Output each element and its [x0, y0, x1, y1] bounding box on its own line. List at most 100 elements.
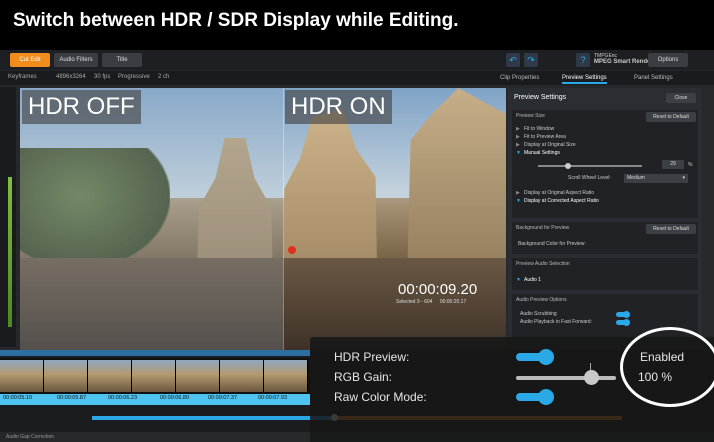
- preview-timecode: 00:00:09.20: [398, 281, 478, 298]
- tab-preview-settings[interactable]: Preview Settings: [562, 73, 607, 84]
- scroll-wheel-select[interactable]: Medium ▾: [624, 174, 688, 183]
- manual-size-input[interactable]: 29: [662, 160, 684, 169]
- timeline-thumbnail: [0, 360, 44, 392]
- tab-clip-properties[interactable]: Clip Properties: [500, 73, 539, 84]
- headline-text: Switch between HDR / SDR Display while E…: [13, 10, 459, 31]
- audio-level-meter: [0, 87, 16, 347]
- hdr-on-label: HDR ON: [285, 90, 392, 124]
- timeline-thumbnail: [264, 360, 308, 392]
- audio-selection-title: Preview Audio Selection: [516, 261, 570, 267]
- reset-background-button[interactable]: Reset to Default: [646, 224, 696, 234]
- hdr-preview-label: HDR Preview:: [334, 350, 410, 364]
- background-color-label: Background Color for Preview:: [518, 241, 586, 247]
- highlight-ring: [620, 327, 714, 407]
- sdr-region-tint: [20, 88, 283, 351]
- chevron-right-icon: ▶: [516, 190, 520, 196]
- manual-size-slider-knob[interactable]: [565, 163, 572, 169]
- scan-text: Progressive: [118, 74, 150, 80]
- meter-bar: [8, 177, 12, 327]
- channels-text: 2 ch: [158, 74, 170, 80]
- audio-selection-section: Preview Audio Selection ▼ Audio 1: [512, 258, 698, 290]
- raw-color-toggle[interactable]: [516, 389, 554, 405]
- redo-icon[interactable]: ↷: [524, 53, 538, 67]
- timeline-thumbnail: [220, 360, 264, 392]
- chevron-right-icon: ▶: [516, 126, 520, 132]
- hdr-preview-toggle[interactable]: [516, 349, 554, 365]
- undo-icon[interactable]: ↶: [506, 53, 520, 67]
- option-original-aspect[interactable]: Display at Original Aspect Ratio: [524, 190, 594, 196]
- chevron-down-icon: ▼: [516, 150, 521, 156]
- rgb-gain-value: 100 %: [638, 370, 673, 384]
- close-button[interactable]: Close: [666, 93, 696, 103]
- selection-info: Selected 9 - 604 00:00:20.17: [396, 299, 466, 305]
- thumbnail-strip[interactable]: [0, 358, 310, 394]
- audio-scrubbing-toggle[interactable]: [616, 311, 630, 318]
- timeline-timecode: 00:00:06.23: [108, 395, 138, 401]
- red-marker: [288, 246, 296, 254]
- resolution-text: 4896x3264: [56, 74, 86, 80]
- audio-gap-correction-label[interactable]: Audio Gap Correction: [6, 434, 54, 440]
- option-corrected-aspect[interactable]: Display at Corrected Aspect Ratio: [524, 198, 599, 204]
- timeline-thumbnail: [44, 360, 88, 392]
- fast-forward-audio-label: Audio Playback in Fast Forward:: [520, 319, 592, 325]
- main-toolbar: Cut Edit Audio Filters Title ↶ ↷ ? TMPGE…: [0, 50, 714, 70]
- manual-size-slider[interactable]: [538, 165, 642, 167]
- manual-size-unit: %: [688, 162, 693, 168]
- tab-title[interactable]: Title: [102, 53, 142, 67]
- hdr-preview-value: Enabled: [640, 350, 685, 364]
- raw-color-toggle-knob: [538, 389, 554, 405]
- timeline-thumbnail: [88, 360, 132, 392]
- option-original-size[interactable]: Display at Original Size: [524, 142, 576, 148]
- hdr-settings-callout: HDR Preview: RGB Gain: Raw Color Mode: E…: [310, 327, 714, 442]
- hdr-off-label: HDR OFF: [22, 90, 141, 124]
- chevron-right-icon: ▶: [516, 142, 520, 148]
- option-fit-window[interactable]: Fit to Window: [524, 126, 554, 132]
- raw-color-label: Raw Color Mode:: [334, 390, 427, 404]
- background-title: Background for Preview: [516, 225, 570, 231]
- tab-audio-filters[interactable]: Audio Filters: [54, 53, 98, 67]
- played-range-bar: [92, 416, 334, 420]
- preview-size-title: Preview Size: [516, 113, 545, 119]
- timecode-ruler: 00:00:05.10 00:00:05.87 00:00:06.23 00:0…: [0, 394, 310, 405]
- option-fit-preview-area[interactable]: Fit to Preview Area: [524, 134, 566, 140]
- rgb-gain-label: RGB Gain:: [334, 370, 393, 384]
- audio-options-title: Audio Preview Options: [516, 297, 567, 303]
- options-button[interactable]: Options: [648, 53, 688, 67]
- timeline-timecode: 00:00:07.93: [258, 395, 288, 401]
- chevron-right-icon: ▶: [516, 134, 520, 140]
- audio-scrubbing-label: Audio Scrubbing: [520, 311, 557, 317]
- video-preview[interactable]: HDR OFF HDR ON 00:00:09.20 Selected 9 - …: [20, 88, 506, 351]
- preview-size-section: Preview Size Reset to Default ▶ Fit to W…: [512, 110, 698, 218]
- keyframes-label[interactable]: Keyframes: [8, 74, 37, 80]
- fps-text: 30 fps: [94, 74, 111, 80]
- timeline-timecode: 00:00:06.80: [160, 395, 190, 401]
- scroll-wheel-label: Scroll Wheel Level:: [568, 175, 611, 181]
- headline-bar: Switch between HDR / SDR Display while E…: [0, 0, 714, 50]
- fast-forward-audio-toggle[interactable]: [616, 319, 630, 326]
- scroll-wheel-value: Medium: [627, 175, 645, 181]
- hdr-split-line: [283, 88, 284, 351]
- preview-settings-panel: Preview Settings Close Preview Size Rese…: [508, 88, 702, 350]
- timeline-scrub-bar[interactable]: [0, 350, 310, 356]
- audio-track-select[interactable]: Audio 1: [524, 277, 541, 283]
- timeline-thumbnail: [176, 360, 220, 392]
- timeline-timecode: 00:00:05.10: [3, 395, 33, 401]
- chevron-down-icon: ▼: [516, 277, 521, 283]
- reset-preview-size-button[interactable]: Reset to Default: [646, 112, 696, 122]
- panel-title: Preview Settings: [514, 94, 567, 101]
- tab-panel-settings[interactable]: Panel Settings: [634, 73, 673, 84]
- timeline-timecode: 00:00:05.87: [57, 395, 87, 401]
- timeline-thumbnail: [132, 360, 176, 392]
- chevron-down-icon: ▾: [682, 175, 685, 181]
- rgb-gain-slider-knob[interactable]: [583, 370, 599, 385]
- hdr-preview-toggle-knob: [538, 349, 554, 365]
- tab-cut-edit[interactable]: Cut Edit: [10, 53, 50, 67]
- help-icon[interactable]: ?: [576, 53, 590, 67]
- selection-duration: 00:00:20.17: [439, 299, 467, 305]
- selection-range: Selected 9 - 604: [396, 299, 433, 305]
- chevron-down-icon: ▼: [516, 198, 521, 204]
- rgb-gain-slider[interactable]: [516, 376, 616, 380]
- option-manual-settings[interactable]: Manual Settings: [524, 150, 560, 156]
- background-section: Background for Preview Reset to Default …: [512, 222, 698, 254]
- clip-info-bar: Keyframes 4896x3264 30 fps Progressive 2…: [0, 71, 714, 85]
